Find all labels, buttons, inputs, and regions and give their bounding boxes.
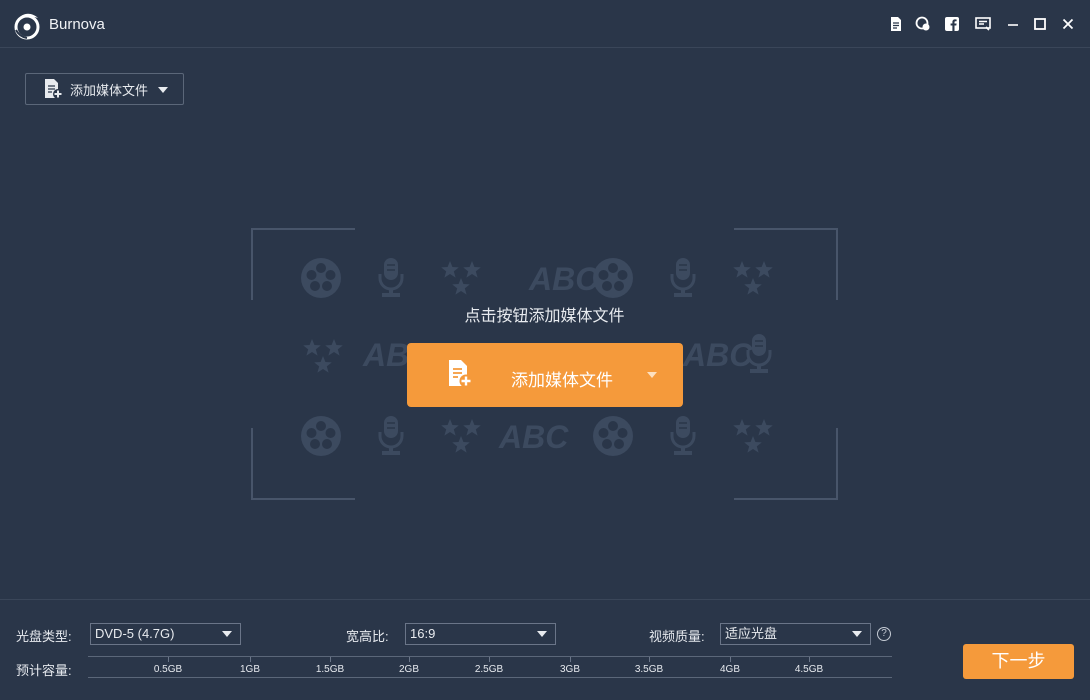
- facebook-icon[interactable]: [944, 16, 960, 32]
- capacity-tick: [168, 657, 169, 662]
- minimize-icon[interactable]: [1005, 16, 1021, 32]
- capacity-tick-label: 2.5GB: [474, 664, 504, 675]
- app-title: Burnova: [49, 16, 105, 33]
- disc-type-select[interactable]: DVD-5 (4.7G): [90, 623, 241, 645]
- add-file-icon: [45, 79, 63, 99]
- capacity-tick-label: 3.5GB: [634, 664, 664, 675]
- capacity-tick: [649, 657, 650, 662]
- register-icon[interactable]: [975, 16, 991, 32]
- capacity-tick: [570, 657, 571, 662]
- drop-zone-corner: [734, 228, 838, 300]
- aspect-ratio-select[interactable]: 16:9: [405, 623, 556, 645]
- capacity-tick-label: 0.5GB: [153, 664, 183, 675]
- capacity-bar: 0.5GB 1GB 1.5GB 2GB 2.5GB 3GB 3.5GB 4GB …: [88, 656, 892, 678]
- video-quality-label: 视频质量:: [649, 629, 705, 644]
- capacity-tick: [409, 657, 410, 662]
- help-icon[interactable]: ?: [877, 627, 891, 641]
- title-bar: Burnova: [0, 0, 1090, 48]
- aspect-ratio-label: 宽高比:: [346, 629, 389, 644]
- drop-zone-corner: [251, 428, 355, 500]
- capacity-tick-label: 1GB: [239, 664, 261, 675]
- capacity-tick: [330, 657, 331, 662]
- drop-zone-prompt: 点击按钮添加媒体文件: [464, 308, 625, 325]
- add-media-dropdown-button[interactable]: 添加媒体文件: [25, 73, 184, 105]
- capacity-tick-label: 4.5GB: [794, 664, 824, 675]
- capacity-label: 预计容量:: [16, 663, 72, 678]
- next-step-button[interactable]: 下一步: [963, 644, 1074, 679]
- video-quality-select[interactable]: 适应光盘: [720, 623, 871, 645]
- close-icon[interactable]: [1060, 16, 1076, 32]
- pattern-abc-text: ABC: [498, 419, 569, 455]
- maximize-icon[interactable]: [1032, 16, 1048, 32]
- capacity-tick: [250, 657, 251, 662]
- burnova-logo-icon: [14, 13, 40, 40]
- chevron-down-icon: [222, 631, 232, 637]
- capacity-tick-label: 1.5GB: [315, 664, 345, 675]
- feedback-icon[interactable]: [915, 16, 931, 32]
- capacity-tick-label: 4GB: [719, 664, 741, 675]
- capacity-tick-label: 3GB: [559, 664, 581, 675]
- bottom-settings-panel: [0, 599, 1090, 700]
- document-icon[interactable]: [888, 16, 904, 32]
- pattern-abc-text: ABC: [682, 337, 753, 373]
- capacity-tick: [730, 657, 731, 662]
- video-quality-value: 适应光盘: [725, 626, 778, 641]
- drop-zone-corner: [251, 228, 355, 300]
- chevron-down-icon[interactable]: [158, 87, 168, 93]
- capacity-tick-label: 2GB: [398, 664, 420, 675]
- pattern-abc-text: ABC: [528, 261, 599, 297]
- aspect-ratio-value: 16:9: [410, 626, 436, 641]
- capacity-tick: [489, 657, 490, 662]
- chevron-down-icon[interactable]: [647, 372, 657, 378]
- disc-type-value: DVD-5 (4.7G): [95, 626, 175, 641]
- add-media-label: 添加媒体文件: [70, 82, 149, 98]
- chevron-down-icon: [852, 631, 862, 637]
- add-media-main-button[interactable]: 添加媒体文件: [407, 343, 683, 407]
- capacity-tick: [809, 657, 810, 662]
- add-file-icon: [449, 360, 473, 388]
- add-media-main-label: 添加媒体文件: [511, 371, 613, 390]
- chevron-down-icon: [537, 631, 547, 637]
- drop-zone-corner: [734, 428, 838, 500]
- disc-type-label: 光盘类型:: [16, 629, 72, 644]
